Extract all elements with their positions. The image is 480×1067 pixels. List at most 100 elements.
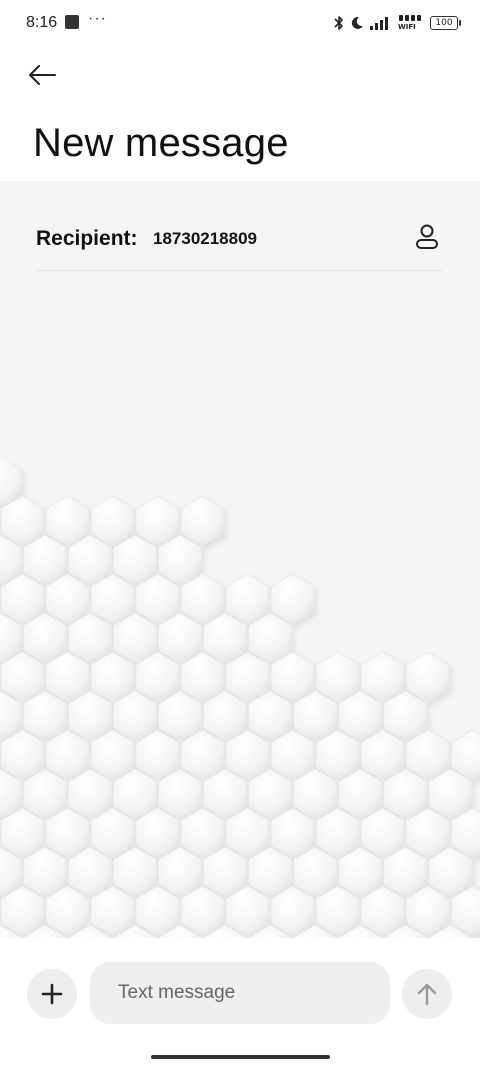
send-button[interactable] [402,969,452,1019]
hexagon-tile [135,807,180,859]
hexagon-tile [67,846,113,898]
hexagon-tile [428,768,473,820]
hexagon-tile [112,534,158,586]
hexagon-tile [383,690,428,742]
hexagon-tile [248,846,293,898]
hexagon-tile [315,729,360,781]
hexagon-tile [270,651,315,703]
hexagon-background [0,460,480,940]
hexagon-tile [360,807,405,859]
hexagon-tile [270,573,315,625]
hexagon-tile [45,729,90,781]
hexagon-tile [225,885,270,937]
hexagon-tile [45,885,90,937]
hexagon-tile [180,573,225,625]
arrow-up-icon [417,983,437,1006]
recipient-row[interactable]: Recipient: 18730218809 [36,209,443,271]
bluetooth-icon [334,16,343,30]
hexagon-tile [203,612,248,664]
hexagon-tile [203,690,248,742]
hexagon-tile [67,690,113,742]
hexagon-tile [0,807,45,859]
hexagon-tile [315,885,360,937]
hexagon-tile [135,651,180,703]
person-icon[interactable] [413,223,441,251]
hexagon-tile [112,846,158,898]
back-button[interactable] [24,60,60,90]
hexagon-tile [248,690,293,742]
hexagon-tile [180,807,225,859]
add-attachment-button[interactable] [27,969,77,1019]
hexagon-tile [293,768,338,820]
hexagon-tile [158,534,203,586]
hexagon-tile [90,885,135,937]
battery-level: 100 [435,18,453,28]
hexagon-tile [405,729,450,781]
home-indicator[interactable] [151,1055,330,1059]
hexagon-tile [293,846,338,898]
hexagon-tile [45,651,90,703]
hexagon-tile [315,807,360,859]
hexagon-tile [135,885,180,937]
hexagon-tile [22,768,68,820]
page-title: New message [33,121,289,165]
battery-icon: 100 [430,16,461,30]
message-input[interactable] [90,962,390,1024]
composer-bar [0,938,480,1067]
hexagon-tile [158,846,203,898]
hexagon-tile [90,573,135,625]
hexagon-tile [0,885,45,937]
recipient-label: Recipient: [36,227,138,250]
hexagon-tile [22,534,68,586]
hexagon-tile [112,768,158,820]
hexagon-tile [135,495,180,547]
hexagon-tile [158,612,203,664]
hexagon-tile [112,612,158,664]
status-time: 8:16 [26,14,58,31]
hexagon-tile [360,885,405,937]
notification-square-icon [65,15,79,29]
hexagon-tile [428,846,473,898]
hexagon-tile [405,885,450,937]
hexagon-tile [112,690,158,742]
hexagon-tile [338,690,383,742]
hexagon-tile [315,651,360,703]
status-icons: WIFI 100 [334,12,461,34]
hexagon-tile [180,729,225,781]
hexagon-tile [135,573,180,625]
hexagon-tile [360,651,405,703]
header: New message [0,48,480,181]
hexagon-tile [225,573,270,625]
hexagon-tile [90,807,135,859]
hexagon-tile [45,573,90,625]
hexagon-tile [90,729,135,781]
hexagon-tile [180,651,225,703]
hexagon-tile [90,651,135,703]
hexagon-tile [405,651,450,703]
hexagon-tile [67,768,113,820]
hexagon-tile [180,885,225,937]
hexagon-tile [22,846,68,898]
hexagon-tile [270,729,315,781]
moon-icon [351,16,363,29]
hexagon-tile [405,807,450,859]
arrow-left-icon [29,65,56,85]
wifi-icon: WIFI [398,14,424,32]
hexagon-tile [270,807,315,859]
hexagon-tile [383,846,428,898]
hexagon-tile [22,612,68,664]
status-overflow: ··· [88,10,107,27]
hexagon-tile [383,768,428,820]
plus-icon [41,983,63,1005]
hexagon-tile [158,768,203,820]
hexagon-tile [45,807,90,859]
hexagon-tile [22,690,68,742]
status-bar: 8:16 ··· WIFI 100 [0,0,480,48]
hexagon-tile [45,495,90,547]
recipient-number[interactable]: 18730218809 [153,229,257,249]
hexagon-tile [225,807,270,859]
hexagon-tile [338,768,383,820]
hexagon-tile [135,729,180,781]
hexagon-tile [338,846,383,898]
hexagon-tile [0,573,45,625]
